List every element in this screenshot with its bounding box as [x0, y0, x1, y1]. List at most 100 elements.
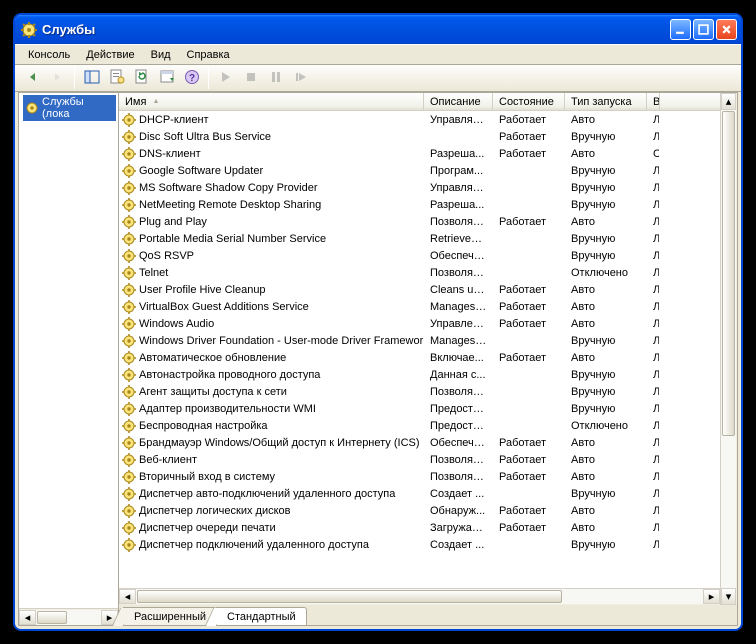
column-header-desc[interactable]: Описание	[424, 93, 493, 110]
close-button[interactable]	[716, 19, 737, 40]
service-row[interactable]: Windows Driver Foundation - User-mode Dr…	[119, 332, 720, 349]
service-state: Работает	[493, 522, 565, 534]
service-row[interactable]: Беспроводная настройкаПредоста...Отключе…	[119, 417, 720, 434]
service-row[interactable]: Диспетчер логических дисковОбнаруж...Раб…	[119, 502, 720, 519]
service-desc: Позволяе...	[424, 267, 493, 279]
gear-icon	[122, 419, 136, 433]
tree-h-scrollbar[interactable]: ◂ ▸	[19, 608, 118, 625]
service-startup: Вручную	[565, 335, 647, 347]
service-state: Работает	[493, 505, 565, 517]
service-row[interactable]: Disc Soft Ultra Bus ServiceРаботаетВручн…	[119, 128, 720, 145]
service-row[interactable]: MS Software Shadow Copy ProviderУправляе…	[119, 179, 720, 196]
tree-node-services[interactable]: Службы (лока	[23, 95, 116, 121]
service-row[interactable]: Веб-клиентПозволяе...РаботаетАвтоЛ	[119, 451, 720, 468]
service-row[interactable]: NetMeeting Remote Desktop SharingРазреша…	[119, 196, 720, 213]
service-desc: Предоста...	[424, 420, 493, 432]
scroll-left-icon[interactable]: ◂	[19, 610, 36, 625]
service-startup: Авто	[565, 216, 647, 228]
scroll-down-icon[interactable]: ▾	[721, 588, 736, 605]
export-icon	[159, 69, 175, 88]
help-button[interactable]: ?	[180, 67, 203, 89]
refresh-button[interactable]	[130, 67, 153, 89]
service-row[interactable]: Portable Media Serial Number ServiceRetr…	[119, 230, 720, 247]
refresh-icon	[134, 69, 150, 88]
service-logon: Л	[647, 488, 659, 500]
service-name: User Profile Hive Cleanup	[139, 284, 266, 296]
props-icon	[109, 69, 125, 88]
show-hide-tree-button[interactable]	[80, 67, 103, 89]
service-startup: Авто	[565, 471, 647, 483]
service-logon: Л	[647, 114, 659, 126]
back-button[interactable]	[21, 67, 44, 89]
tab-standard[interactable]: Стандартный	[216, 607, 307, 625]
titlebar[interactable]: Службы	[15, 15, 741, 44]
service-state: Работает	[493, 148, 565, 160]
service-desc: Програм...	[424, 165, 493, 177]
column-header-startup[interactable]: Тип запуска	[565, 93, 647, 110]
service-row[interactable]: Plug and PlayПозволяе...РаботаетАвтоЛ	[119, 213, 720, 230]
service-row[interactable]: Windows AudioУправлен...РаботаетАвтоЛ	[119, 315, 720, 332]
service-row[interactable]: Адаптер производительности WMI Предоста..…	[119, 400, 720, 417]
menu-action[interactable]: Действие	[79, 47, 141, 63]
service-startup: Вручную	[565, 233, 647, 245]
stop-icon	[243, 69, 259, 88]
properties-button[interactable]	[105, 67, 128, 89]
service-row[interactable]: Брандмауэр Windows/Общий доступ к Интерн…	[119, 434, 720, 451]
service-logon: Л	[647, 522, 659, 534]
panel-icon	[84, 69, 100, 88]
menu-help[interactable]: Справка	[180, 47, 237, 63]
service-name: Диспетчер логических дисков	[139, 505, 291, 517]
service-row[interactable]: Диспетчер подключений удаленного доступа…	[119, 536, 720, 553]
column-header-row: Имя Описание Состояние Тип запуска В	[119, 93, 720, 111]
service-row[interactable]: Автоматическое обновлениеВключае...Работ…	[119, 349, 720, 366]
service-desc: Предоста...	[424, 403, 493, 415]
scroll-right-icon[interactable]: ▸	[703, 589, 720, 604]
menu-console[interactable]: Консоль	[21, 47, 77, 63]
gear-icon	[122, 487, 136, 501]
gear-icon	[122, 232, 136, 246]
scroll-left-icon[interactable]: ◂	[119, 589, 136, 604]
forward-button	[46, 67, 69, 89]
gear-icon	[122, 164, 136, 178]
service-state: Работает	[493, 216, 565, 228]
services-window: Службы Консоль Действие Вид Справка ? Сл…	[14, 14, 742, 630]
service-row[interactable]: DNS-клиентРазреша...РаботаетАвтоС	[119, 145, 720, 162]
service-row[interactable]: Диспетчер очереди печатиЗагружае...Работ…	[119, 519, 720, 536]
gear-icon	[122, 385, 136, 399]
service-row[interactable]: Диспетчер авто-подключений удаленного до…	[119, 485, 720, 502]
gear-icon	[122, 266, 136, 280]
scroll-up-icon[interactable]: ▴	[721, 93, 736, 110]
export-button[interactable]	[155, 67, 178, 89]
service-row[interactable]: VirtualBox Guest Additions ServiceManage…	[119, 298, 720, 315]
window-title: Службы	[42, 22, 670, 37]
list-h-scrollbar[interactable]: ◂ ▸	[119, 588, 720, 605]
service-name: Диспетчер очереди печати	[139, 522, 276, 534]
column-header-state[interactable]: Состояние	[493, 93, 565, 110]
service-name: Google Software Updater	[139, 165, 263, 177]
menu-view[interactable]: Вид	[144, 47, 178, 63]
service-row[interactable]: User Profile Hive CleanupCleans up ...Ра…	[119, 281, 720, 298]
column-header-logon[interactable]: В	[647, 93, 660, 110]
tab-extended[interactable]: Расширенный	[123, 607, 217, 625]
service-state: Работает	[493, 284, 565, 296]
service-row[interactable]: Агент защиты доступа к сетиПозволяе...Вр…	[119, 383, 720, 400]
service-name: Plug and Play	[139, 216, 207, 228]
service-row[interactable]: Google Software UpdaterПрограм...Вручную…	[119, 162, 720, 179]
service-startup: Авто	[565, 318, 647, 330]
minimize-button[interactable]	[670, 19, 691, 40]
service-row[interactable]: Автонастройка проводного доступаДанная с…	[119, 366, 720, 383]
service-desc: Управлен...	[424, 318, 493, 330]
maximize-button[interactable]	[693, 19, 714, 40]
service-row[interactable]: Вторичный вход в системуПозволяе...Работ…	[119, 468, 720, 485]
service-logon: Л	[647, 318, 659, 330]
service-startup: Отключено	[565, 267, 647, 279]
service-name: Адаптер производительности WMI	[139, 403, 316, 415]
service-startup: Вручную	[565, 131, 647, 143]
service-row[interactable]: DHCP-клиентУправляе...РаботаетАвтоЛ	[119, 111, 720, 128]
list-v-scrollbar[interactable]: ▴ ▾	[720, 93, 737, 605]
service-state: Работает	[493, 471, 565, 483]
service-row[interactable]: QoS RSVPОбеспечи...ВручнуюЛ	[119, 247, 720, 264]
column-header-name[interactable]: Имя	[119, 93, 424, 110]
service-row[interactable]: TelnetПозволяе...ОтключеноЛ	[119, 264, 720, 281]
gear-icon	[122, 453, 136, 467]
